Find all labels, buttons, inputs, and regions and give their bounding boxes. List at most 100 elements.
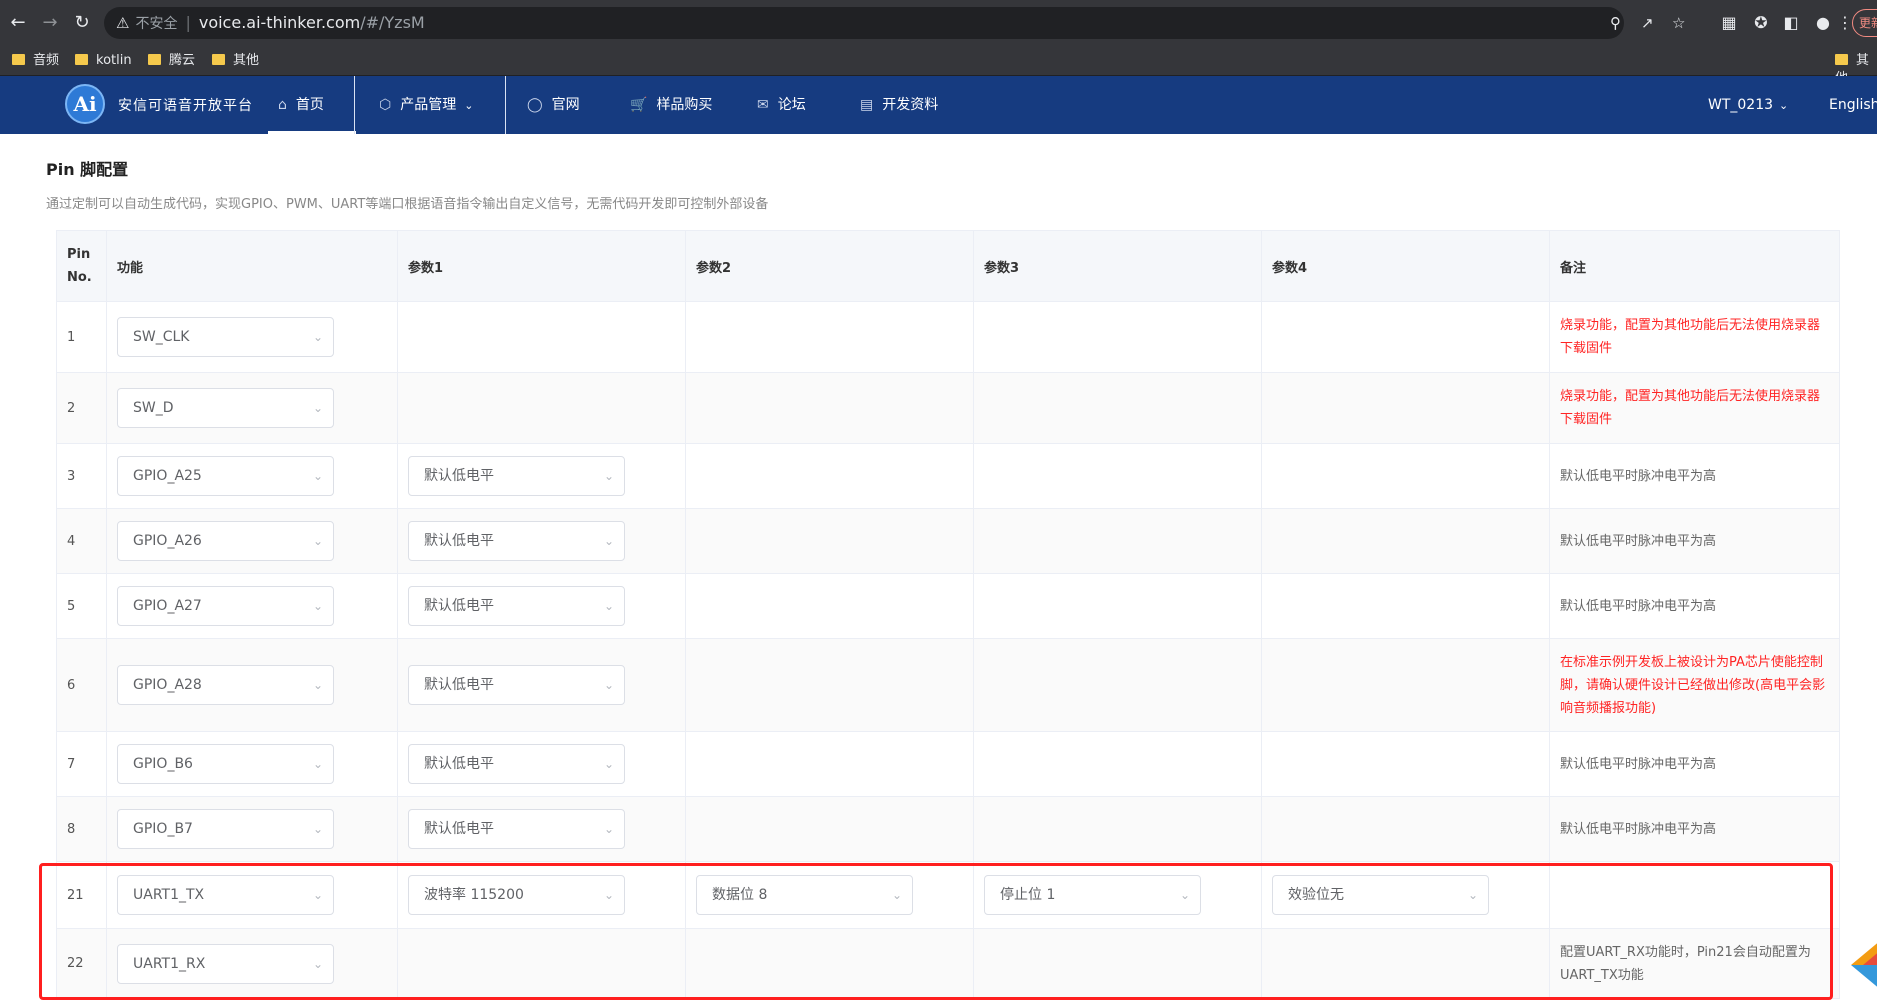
- param-cell: [973, 731, 1262, 797]
- bookmarks-bar: 音频 kotlin 腾云 其他 其他: [0, 46, 1877, 86]
- param-cell: [1261, 443, 1550, 509]
- forward-arrow-icon[interactable]: →: [38, 11, 62, 35]
- chevron-down-icon: ⌄: [312, 599, 323, 613]
- floating-help-icon[interactable]: [1851, 940, 1877, 990]
- function-select[interactable]: UART1_TX ⌄: [117, 875, 334, 915]
- table-header-row: Pin No. 功能 参数1 参数2 参数3 参数4 备注: [56, 230, 1840, 302]
- note-text: 烧录功能，配置为其他功能后无法使用烧录器下载固件: [1560, 389, 1821, 427]
- note-text: 默认低电平时脉冲电平为高: [1560, 598, 1717, 614]
- select-value: 默认低电平: [424, 598, 494, 614]
- note-text: 默认低电平时脉冲电平为高: [1560, 756, 1717, 772]
- nav-docs[interactable]: ▤ 开发资料: [860, 76, 938, 134]
- param-cell: 默认低电平 ⌄: [397, 796, 686, 862]
- param-select[interactable]: 数据位 8 ⌄: [696, 875, 913, 915]
- bookmark-folder[interactable]: 其他: [212, 52, 259, 70]
- nav-shop[interactable]: 🛒 样品购买: [630, 76, 712, 134]
- note-cell: [1549, 861, 1840, 929]
- function-select[interactable]: GPIO_B7 ⌄: [117, 809, 334, 849]
- bookmark-folder[interactable]: 腾云: [148, 52, 195, 70]
- param-cell: [973, 372, 1262, 444]
- function-select[interactable]: SW_CLK ⌄: [117, 317, 334, 357]
- site-name[interactable]: 安信可语音开放平台: [118, 95, 253, 115]
- param-select[interactable]: 默认低电平 ⌄: [408, 809, 625, 849]
- user-menu[interactable]: WT_0213 ⌄: [1708, 76, 1788, 134]
- chevron-down-icon: ⌄: [1467, 888, 1478, 902]
- ai-thinker-logo[interactable]: Ai: [65, 84, 105, 124]
- side-panel-icon[interactable]: ◧: [1780, 12, 1802, 34]
- select-value: GPIO_A26: [133, 533, 202, 549]
- param-cell: [685, 372, 974, 444]
- folder-icon: [12, 54, 25, 65]
- update-button[interactable]: 更新: [1852, 9, 1877, 37]
- param-cell: [973, 573, 1262, 639]
- address-bar[interactable]: ⚠ 不安全 | voice.ai-thinker.com/#/YzsM ⚲ ↗ ☆: [104, 7, 1685, 39]
- param-cell: [973, 638, 1262, 732]
- select-value: GPIO_A28: [133, 677, 202, 693]
- folder-icon: [75, 54, 88, 65]
- language-switch[interactable]: English: [1829, 76, 1877, 134]
- nav-forum-label: 论坛: [777, 97, 806, 113]
- nav-products[interactable]: ⬡ 产品管理 ⌄: [354, 76, 506, 134]
- note-text: 默认低电平时脉冲电平为高: [1560, 821, 1717, 837]
- param-cell: 波特率 115200 ⌄: [397, 861, 686, 929]
- function-select[interactable]: SW_D ⌄: [117, 388, 334, 428]
- nav-home-label: 首页: [295, 97, 324, 113]
- function-select[interactable]: GPIO_B6 ⌄: [117, 744, 334, 784]
- select-value: 默认低电平: [424, 756, 494, 772]
- select-value: 默认低电平: [424, 821, 494, 837]
- param-select[interactable]: 默认低电平 ⌄: [408, 744, 625, 784]
- param-cell: [973, 796, 1262, 862]
- param-cell: 默认低电平 ⌄: [397, 731, 686, 797]
- table-row: 21 UART1_TX ⌄ 波特率 115200 ⌄ 数据位 8 ⌄ 停止位 1 ⌄ 效验位无 ⌄: [56, 861, 1840, 929]
- param-cell: [1261, 928, 1550, 999]
- function-cell: GPIO_B7 ⌄: [106, 796, 398, 862]
- param-select[interactable]: 效验位无 ⌄: [1272, 875, 1489, 915]
- share-icon[interactable]: ↗: [1641, 7, 1654, 39]
- select-value: GPIO_B6: [133, 756, 193, 772]
- table-row: 6 GPIO_A28 ⌄ 默认低电平 ⌄ 在标准示例开发板上被设计为PA芯片使能控制脚，请…: [56, 638, 1840, 732]
- param-cell: [973, 301, 1262, 373]
- param-select[interactable]: 默认低电平 ⌄: [408, 586, 625, 626]
- function-select[interactable]: GPIO_A26 ⌄: [117, 521, 334, 561]
- select-value: 停止位 1: [1000, 887, 1056, 903]
- extensions-puzzle-icon[interactable]: ✪: [1750, 12, 1772, 34]
- nav-official[interactable]: ◯ 官网: [527, 76, 580, 134]
- other-bookmarks[interactable]: 其他: [1835, 52, 1877, 86]
- nav-forum[interactable]: ✉ 论坛: [757, 76, 806, 134]
- function-select[interactable]: UART1_RX ⌄: [117, 943, 334, 984]
- bookmark-label: 腾云: [169, 53, 196, 68]
- nav-home[interactable]: ⌂ 首页: [268, 76, 356, 134]
- param-select[interactable]: 默认低电平 ⌄: [408, 456, 625, 496]
- bookmark-star-icon[interactable]: ☆: [1672, 7, 1685, 39]
- param-cell: 默认低电平 ⌄: [397, 443, 686, 509]
- chevron-down-icon: ⌄: [312, 757, 323, 771]
- param-select[interactable]: 默认低电平 ⌄: [408, 665, 625, 705]
- back-arrow-icon[interactable]: ←: [6, 11, 30, 35]
- param-cell: [973, 443, 1262, 509]
- param-select[interactable]: 停止位 1 ⌄: [984, 875, 1201, 915]
- nav-official-label: 官网: [551, 97, 580, 113]
- param-cell: [1261, 796, 1550, 862]
- function-select[interactable]: GPIO_A25 ⌄: [117, 456, 334, 496]
- param-select[interactable]: 波特率 115200 ⌄: [408, 875, 625, 915]
- function-select[interactable]: GPIO_A28 ⌄: [117, 665, 334, 705]
- pin-config-table: Pin No. 功能 参数1 参数2 参数3 参数4 备注 1 SW_CLK ⌄ 烧录…: [56, 230, 1840, 999]
- bookmark-folder[interactable]: 音频: [12, 52, 59, 70]
- param-cell: [397, 301, 686, 373]
- header-function: 功能: [106, 230, 398, 302]
- param-cell: [685, 638, 974, 732]
- reload-icon[interactable]: ↻: [70, 11, 94, 35]
- key-icon[interactable]: ⚲: [1610, 7, 1621, 39]
- param-cell: 默认低电平 ⌄: [397, 638, 686, 732]
- param-cell: [685, 928, 974, 999]
- select-value: UART1_TX: [133, 887, 205, 903]
- param-cell: [1261, 638, 1550, 732]
- header-pin: Pin No.: [56, 230, 107, 302]
- bookmark-folder[interactable]: kotlin: [75, 52, 132, 70]
- param-select[interactable]: 默认低电平 ⌄: [408, 521, 625, 561]
- function-select[interactable]: GPIO_A27 ⌄: [117, 586, 334, 626]
- profile-icon[interactable]: ●: [1812, 12, 1834, 34]
- extension-translate-icon[interactable]: ▦: [1718, 12, 1740, 34]
- header-param1: 参数1: [397, 230, 686, 302]
- chevron-down-icon: ⌄: [312, 888, 323, 902]
